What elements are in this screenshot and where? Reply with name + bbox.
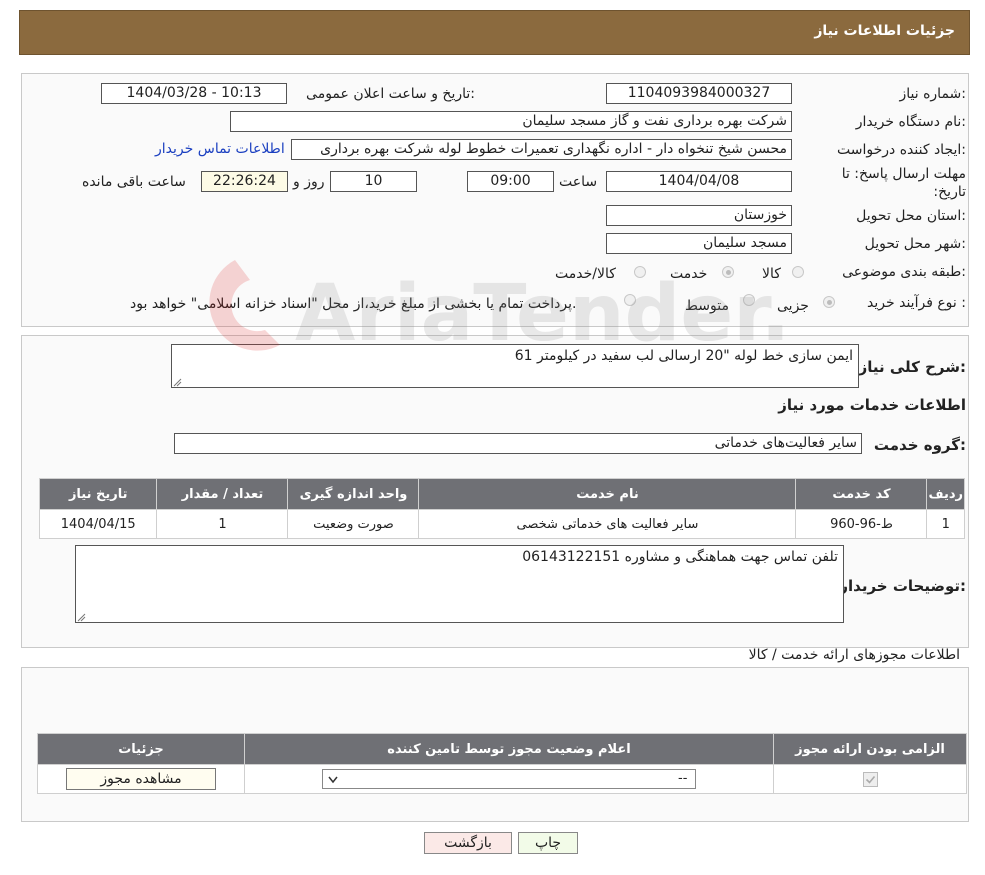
- permits-title: اطلاعات مجوزهای ارائه خدمت / کالا: [748, 647, 960, 663]
- deadline-label: مهلت ارسال پاسخ: تا تاریخ:: [841, 166, 966, 200]
- category-radio-goods[interactable]: [792, 266, 804, 278]
- permit-required-cell: [773, 764, 967, 794]
- cell-unit: صورت وضعیت: [287, 509, 420, 539]
- days-label: روز و: [293, 174, 325, 190]
- col-permit-status: اعلام وضعیت مجوز توسط تامین کننده: [244, 733, 774, 765]
- city-field: مسجد سلیمان: [606, 233, 792, 254]
- col-row: ردیف: [926, 478, 965, 510]
- permits-table-header: الزامی بودن ارائه مجوز اعلام وضعیت مجوز …: [37, 733, 967, 765]
- need-number-label: شماره نیاز:: [899, 86, 966, 102]
- services-section-title: اطلاعات خدمات مورد نیاز: [778, 396, 966, 414]
- permits-table: الزامی بودن ارائه مجوز اعلام وضعیت مجوز …: [37, 733, 967, 794]
- cell-quantity: 1: [156, 509, 289, 539]
- permit-status-cell: --: [244, 764, 774, 794]
- deadline-time-label: ساعت: [559, 174, 598, 190]
- process-radio-treasury[interactable]: [624, 294, 636, 306]
- process-option-medium: متوسط: [685, 298, 729, 314]
- print-button[interactable]: چاپ: [518, 832, 578, 854]
- remaining-label: ساعت باقی مانده: [82, 174, 186, 190]
- service-group-label: گروه خدمت:: [873, 436, 966, 454]
- province-label: استان محل تحویل:: [856, 208, 966, 224]
- category-option-goods-service: کالا/خدمت: [555, 266, 616, 282]
- chevron-down-icon: [328, 776, 338, 784]
- table-row: 1 ط-96-960 سایر فعالیت های خدماتی شخصی ص…: [38, 509, 965, 539]
- process-label: نوع فرآیند خرید :: [867, 295, 966, 311]
- category-radio-service[interactable]: [722, 266, 734, 278]
- col-permit-details: جزئیات: [37, 733, 245, 765]
- summary-textarea[interactable]: ایمن سازی خط لوله "20 ارسالی لب سفید در …: [171, 344, 859, 388]
- category-option-goods: کالا: [762, 266, 781, 282]
- permit-details-cell: مشاهده مجوز: [37, 764, 245, 794]
- permit-required-checkbox[interactable]: [862, 771, 878, 787]
- province-field: خوزستان: [606, 205, 792, 226]
- buyer-notes-textarea[interactable]: تلفن تماس جهت هماهنگی و مشاوره 061431221…: [75, 545, 844, 623]
- process-radio-medium[interactable]: [743, 294, 755, 306]
- buyer-org-label: نام دستگاه خریدار:: [855, 114, 966, 130]
- services-table: ردیف کد خدمت نام خدمت واحد اندازه گیری ت…: [38, 478, 965, 539]
- buyer-org-field: شرکت بهره برداری نفت و گاز مسجد سلیمان: [230, 111, 792, 132]
- process-option-minor: جزیی: [777, 298, 809, 314]
- creator-label: ایجاد کننده درخواست:: [837, 142, 966, 158]
- announce-label: تاریخ و ساعت اعلان عمومی:: [306, 86, 475, 102]
- summary-resize-handle[interactable]: [173, 376, 182, 391]
- col-service-name: نام خدمت: [418, 478, 797, 510]
- process-note: پرداخت تمام یا بخشی از مبلغ خرید،از محل …: [130, 296, 577, 312]
- permit-status-select[interactable]: --: [322, 769, 696, 789]
- summary-label: شرح کلی نیاز:: [858, 358, 966, 376]
- cell-row: 1: [926, 509, 965, 539]
- remaining-time-field: 22:26:24: [201, 171, 288, 192]
- buyer-notes-label: توضیحات خریدار:: [839, 577, 966, 595]
- category-option-service: خدمت: [670, 266, 708, 282]
- col-unit: واحد اندازه گیری: [287, 478, 420, 510]
- page-title: جزئیات اطلاعات نیاز: [814, 23, 955, 39]
- deadline-time-field: 09:00: [467, 171, 554, 192]
- buyer-contact-link[interactable]: اطلاعات تماس خریدار: [155, 141, 285, 157]
- check-icon: [865, 775, 875, 784]
- category-label: طبقه بندی موضوعی:: [842, 264, 966, 280]
- cell-need-date: 1404/04/15: [38, 509, 158, 539]
- deadline-date-field: 1404/04/08: [606, 171, 792, 192]
- notes-resize-handle[interactable]: [77, 611, 86, 626]
- creator-field: محسن شیخ تنخواه دار - اداره نگهداری تعمی…: [291, 139, 792, 160]
- category-radio-goods-service[interactable]: [634, 266, 646, 278]
- col-quantity: تعداد / مقدار: [156, 478, 289, 510]
- days-field: 10: [330, 171, 417, 192]
- col-need-date: تاریخ نیاز: [38, 478, 158, 510]
- need-number-field: 1104093984000327: [606, 83, 792, 104]
- col-service-code: کد خدمت: [795, 478, 928, 510]
- view-permit-button[interactable]: مشاهده مجوز: [66, 768, 216, 790]
- back-button[interactable]: بازگشت: [424, 832, 512, 854]
- permit-status-value: --: [678, 771, 688, 786]
- announce-field: 1404/03/28 - 10:13: [101, 83, 287, 104]
- page-header: جزئیات اطلاعات نیاز: [19, 10, 970, 55]
- service-group-field: سایر فعالیت‌های خدماتی: [174, 433, 862, 454]
- city-label: شهر محل تحویل:: [864, 236, 966, 252]
- cell-service-code: ط-96-960: [795, 509, 928, 539]
- process-radio-minor[interactable]: [823, 296, 835, 308]
- cell-service-name: سایر فعالیت های خدماتی شخصی: [418, 509, 797, 539]
- table-row: -- مشاهده مجوز: [37, 764, 967, 794]
- services-table-header: ردیف کد خدمت نام خدمت واحد اندازه گیری ت…: [38, 478, 965, 510]
- col-permit-required: الزامی بودن ارائه مجوز: [773, 733, 967, 765]
